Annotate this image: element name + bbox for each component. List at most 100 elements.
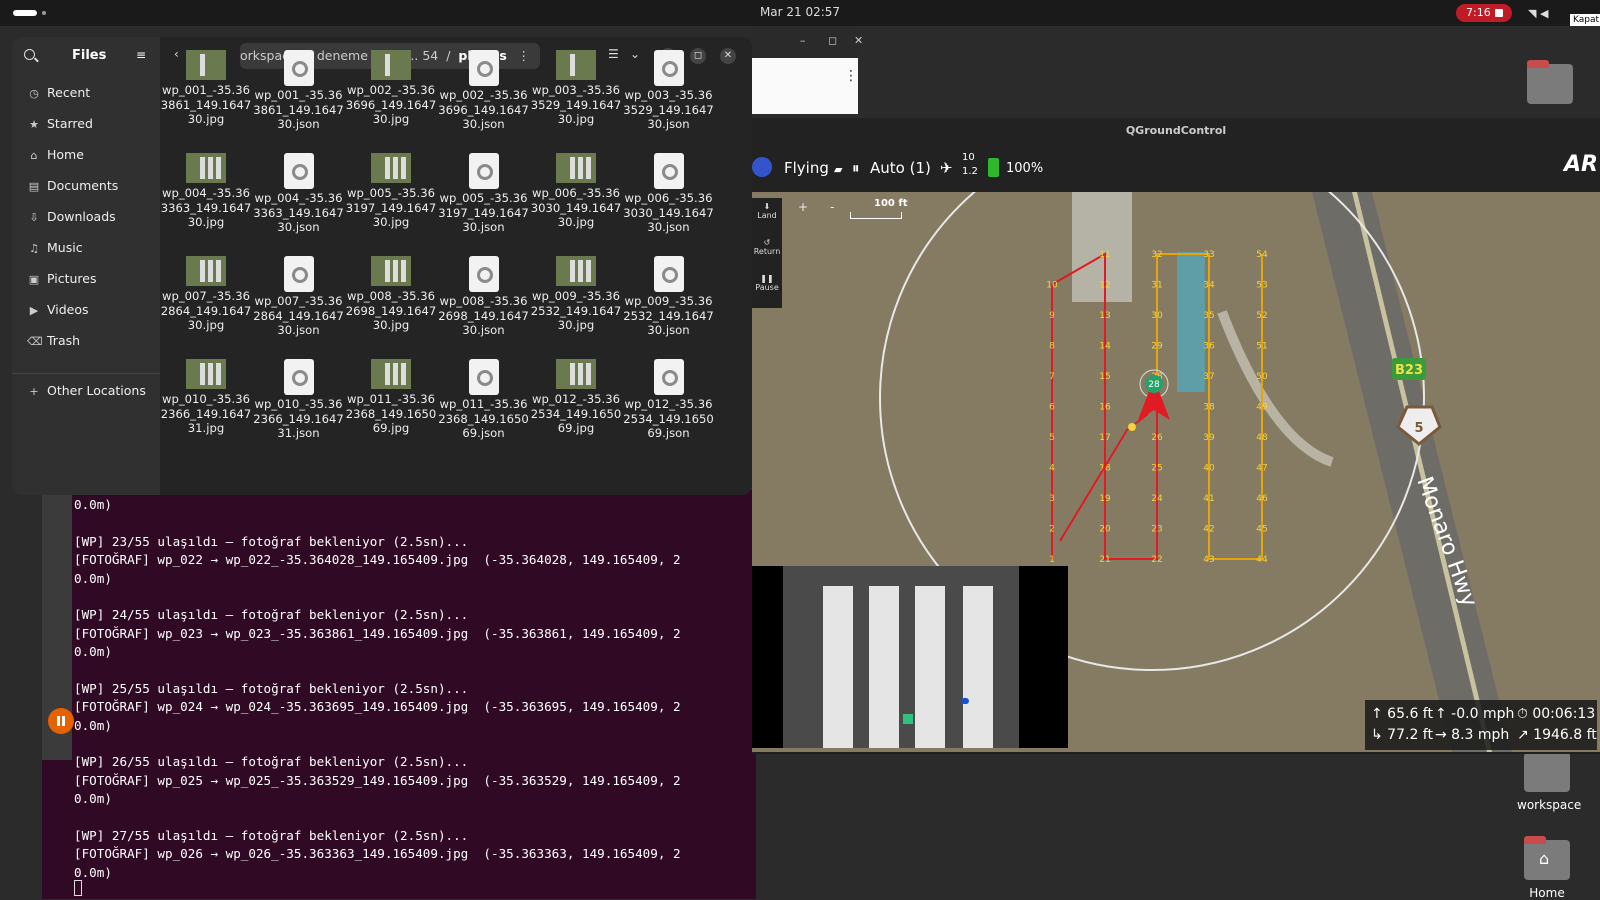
background-window[interactable]: – ◻ ✕ ⋮ — [752, 28, 863, 118]
file-item[interactable]: wp_012_-35.362534_149.165069.jpg — [530, 359, 622, 436]
waypoint-label[interactable]: 14 — [1099, 342, 1111, 352]
desktop-home[interactable]: ⌂ Home — [1517, 836, 1577, 900]
gps-icon[interactable]: ✈ — [940, 159, 953, 177]
waypoint-label[interactable]: 38 — [1203, 403, 1215, 413]
sidebar-item-videos[interactable]: ▶ Videos — [27, 302, 89, 322]
waypoint-label[interactable]: 3 — [1049, 494, 1055, 504]
flight-mode[interactable]: Auto (1) — [870, 159, 931, 177]
file-item[interactable]: wp_010_-35.362366_149.164731.jpg — [160, 359, 252, 436]
waypoint-label[interactable]: 51 — [1256, 342, 1267, 352]
waypoint-label[interactable]: 39 — [1203, 433, 1215, 443]
battery-icon[interactable] — [988, 158, 999, 177]
sidebar-item-home[interactable]: ⌂ Home — [27, 147, 84, 167]
search-icon[interactable] — [24, 49, 35, 60]
pause-icon[interactable] — [48, 708, 74, 734]
flight-status[interactable]: Flying — [784, 159, 829, 177]
file-item[interactable]: wp_011_-35.362368_149.165069.jpg — [345, 359, 437, 436]
waypoint-label[interactable]: 49 — [1256, 403, 1268, 413]
waypoint-label[interactable]: 53 — [1256, 281, 1267, 291]
waypoint-label[interactable]: 46 — [1256, 494, 1268, 504]
sidebar-item-recent[interactable]: ◷ Recent — [27, 85, 90, 105]
waypoint-label[interactable]: 6 — [1049, 403, 1055, 413]
sidebar-item-documents[interactable]: ▤ Documents — [27, 178, 118, 198]
waypoint-label[interactable]: 25 — [1151, 464, 1162, 474]
waypoint-label[interactable]: 8 — [1049, 342, 1055, 352]
waypoint-label[interactable]: 29 — [1151, 342, 1163, 352]
clock[interactable]: Mar 21 02:57 — [0, 5, 1600, 19]
waypoint-label[interactable]: 23 — [1151, 525, 1162, 535]
waypoint-label[interactable]: 2 — [1049, 525, 1055, 535]
file-item[interactable]: wp_005_-35.363197_149.164730.json — [438, 153, 530, 235]
file-item[interactable]: wp_007_-35.362864_149.164730.json — [253, 256, 345, 338]
waypoint-label[interactable]: 43 — [1203, 555, 1214, 565]
waypoint-label[interactable]: 11 — [1099, 250, 1110, 260]
file-item[interactable]: wp_006_-35.363030_149.164730.jpg — [530, 153, 622, 230]
system-tray[interactable]: ◥ ◀ — [1528, 7, 1548, 20]
file-item[interactable]: wp_009_-35.362532_149.164730.json — [623, 256, 715, 338]
waypoint-label[interactable]: 19 — [1099, 494, 1111, 504]
waypoint-label[interactable]: 15 — [1099, 372, 1110, 382]
waypoint-label[interactable]: 42 — [1203, 525, 1214, 535]
file-item[interactable]: wp_008_-35.362698_149.164730.jpg — [345, 256, 437, 333]
zoom-out-button[interactable]: - — [830, 200, 834, 214]
waypoint-label[interactable]: 44 — [1256, 555, 1268, 565]
sidebar-other-locations[interactable]: + Other Locations — [27, 383, 145, 403]
zoom-in-button[interactable]: + — [798, 200, 808, 214]
file-item[interactable]: wp_002_-35.363696_149.164730.jpg — [345, 50, 437, 127]
waypoint-label[interactable]: 35 — [1203, 311, 1214, 321]
waypoint-label[interactable]: 17 — [1099, 433, 1110, 443]
waypoint-label[interactable]: 47 — [1256, 464, 1267, 474]
file-item[interactable]: wp_006_-35.363030_149.164730.json — [623, 153, 715, 235]
file-item[interactable]: wp_005_-35.363197_149.164730.jpg — [345, 153, 437, 230]
waypoint-label[interactable]: 30 — [1151, 311, 1163, 321]
waypoint-label[interactable]: 33 — [1203, 250, 1214, 260]
file-item[interactable]: wp_007_-35.362864_149.164730.jpg — [160, 256, 252, 333]
file-item[interactable]: wp_004_-35.363363_149.164730.jpg — [160, 153, 252, 230]
waypoint-label[interactable]: 21 — [1099, 555, 1110, 565]
file-item[interactable]: wp_002_-35.363696_149.164730.json — [438, 50, 530, 132]
desktop-folder-icon[interactable] — [1520, 60, 1580, 104]
waypoint-label[interactable]: 9 — [1049, 311, 1055, 321]
file-item[interactable]: wp_003_-35.363529_149.164730.jpg — [530, 50, 622, 127]
waypoint-label[interactable]: 10 — [1046, 281, 1058, 291]
return-button[interactable]: ↺ Return — [752, 238, 782, 256]
maximize-icon[interactable]: ◻ — [828, 34, 837, 47]
waypoint-label[interactable]: 7 — [1049, 372, 1055, 382]
waypoint-label[interactable]: 1 — [1049, 555, 1055, 565]
message-icon[interactable]: ▰ — [834, 163, 842, 176]
sidebar-item-downloads[interactable]: ⇩ Downloads — [27, 209, 115, 229]
file-item[interactable]: wp_010_-35.362366_149.164731.json — [253, 359, 345, 441]
land-button[interactable]: ⬇ Land — [752, 202, 782, 220]
pause-button[interactable]: ❚❚ Pause — [752, 274, 782, 292]
waypoint-label[interactable]: 52 — [1256, 311, 1267, 321]
waypoint-label[interactable]: 20 — [1099, 525, 1111, 535]
file-item[interactable]: wp_004_-35.363363_149.164730.json — [253, 153, 345, 235]
close-icon[interactable]: ✕ — [854, 34, 863, 47]
file-item[interactable]: wp_001_-35.363861_149.164730.json — [253, 50, 345, 132]
file-item[interactable]: wp_012_-35.362534_149.165069.json — [623, 359, 715, 441]
sidebar-item-music[interactable]: ♫ Music — [27, 240, 83, 260]
sidebar-item-pictures[interactable]: ▣ Pictures — [27, 271, 97, 291]
waypoint-label[interactable]: 4 — [1049, 464, 1055, 474]
sidebar-item-starred[interactable]: ★ Starred — [27, 116, 93, 136]
waypoint-label[interactable]: 40 — [1203, 464, 1215, 474]
waypoint-label[interactable]: 22 — [1151, 555, 1162, 565]
waypoint-label[interactable]: 48 — [1256, 433, 1268, 443]
waypoint-label[interactable]: 41 — [1203, 494, 1214, 504]
waypoint-label[interactable]: 50 — [1256, 372, 1268, 382]
minimize-icon[interactable]: – — [800, 34, 806, 47]
waypoint-label[interactable]: 24 — [1151, 494, 1163, 504]
qgc-logo-icon[interactable] — [752, 157, 772, 177]
waypoint-label[interactable]: 5 — [1049, 433, 1055, 443]
waypoint-label[interactable]: 13 — [1099, 311, 1110, 321]
menu-icon[interactable]: ≡ — [136, 49, 146, 61]
waypoint-label[interactable]: 45 — [1256, 525, 1267, 535]
waypoint-label[interactable]: 31 — [1151, 281, 1162, 291]
waypoint-label[interactable]: 32 — [1151, 250, 1162, 260]
waypoint-label[interactable]: 37 — [1203, 372, 1214, 382]
waypoint-label[interactable]: 16 — [1099, 403, 1111, 413]
sidebar-item-trash[interactable]: ⌫ Trash — [27, 333, 80, 353]
screen-record-indicator[interactable]: 7:16 — [1456, 4, 1512, 22]
waypoint-label[interactable]: 12 — [1099, 281, 1110, 291]
waypoint-label[interactable]: 54 — [1256, 250, 1268, 260]
